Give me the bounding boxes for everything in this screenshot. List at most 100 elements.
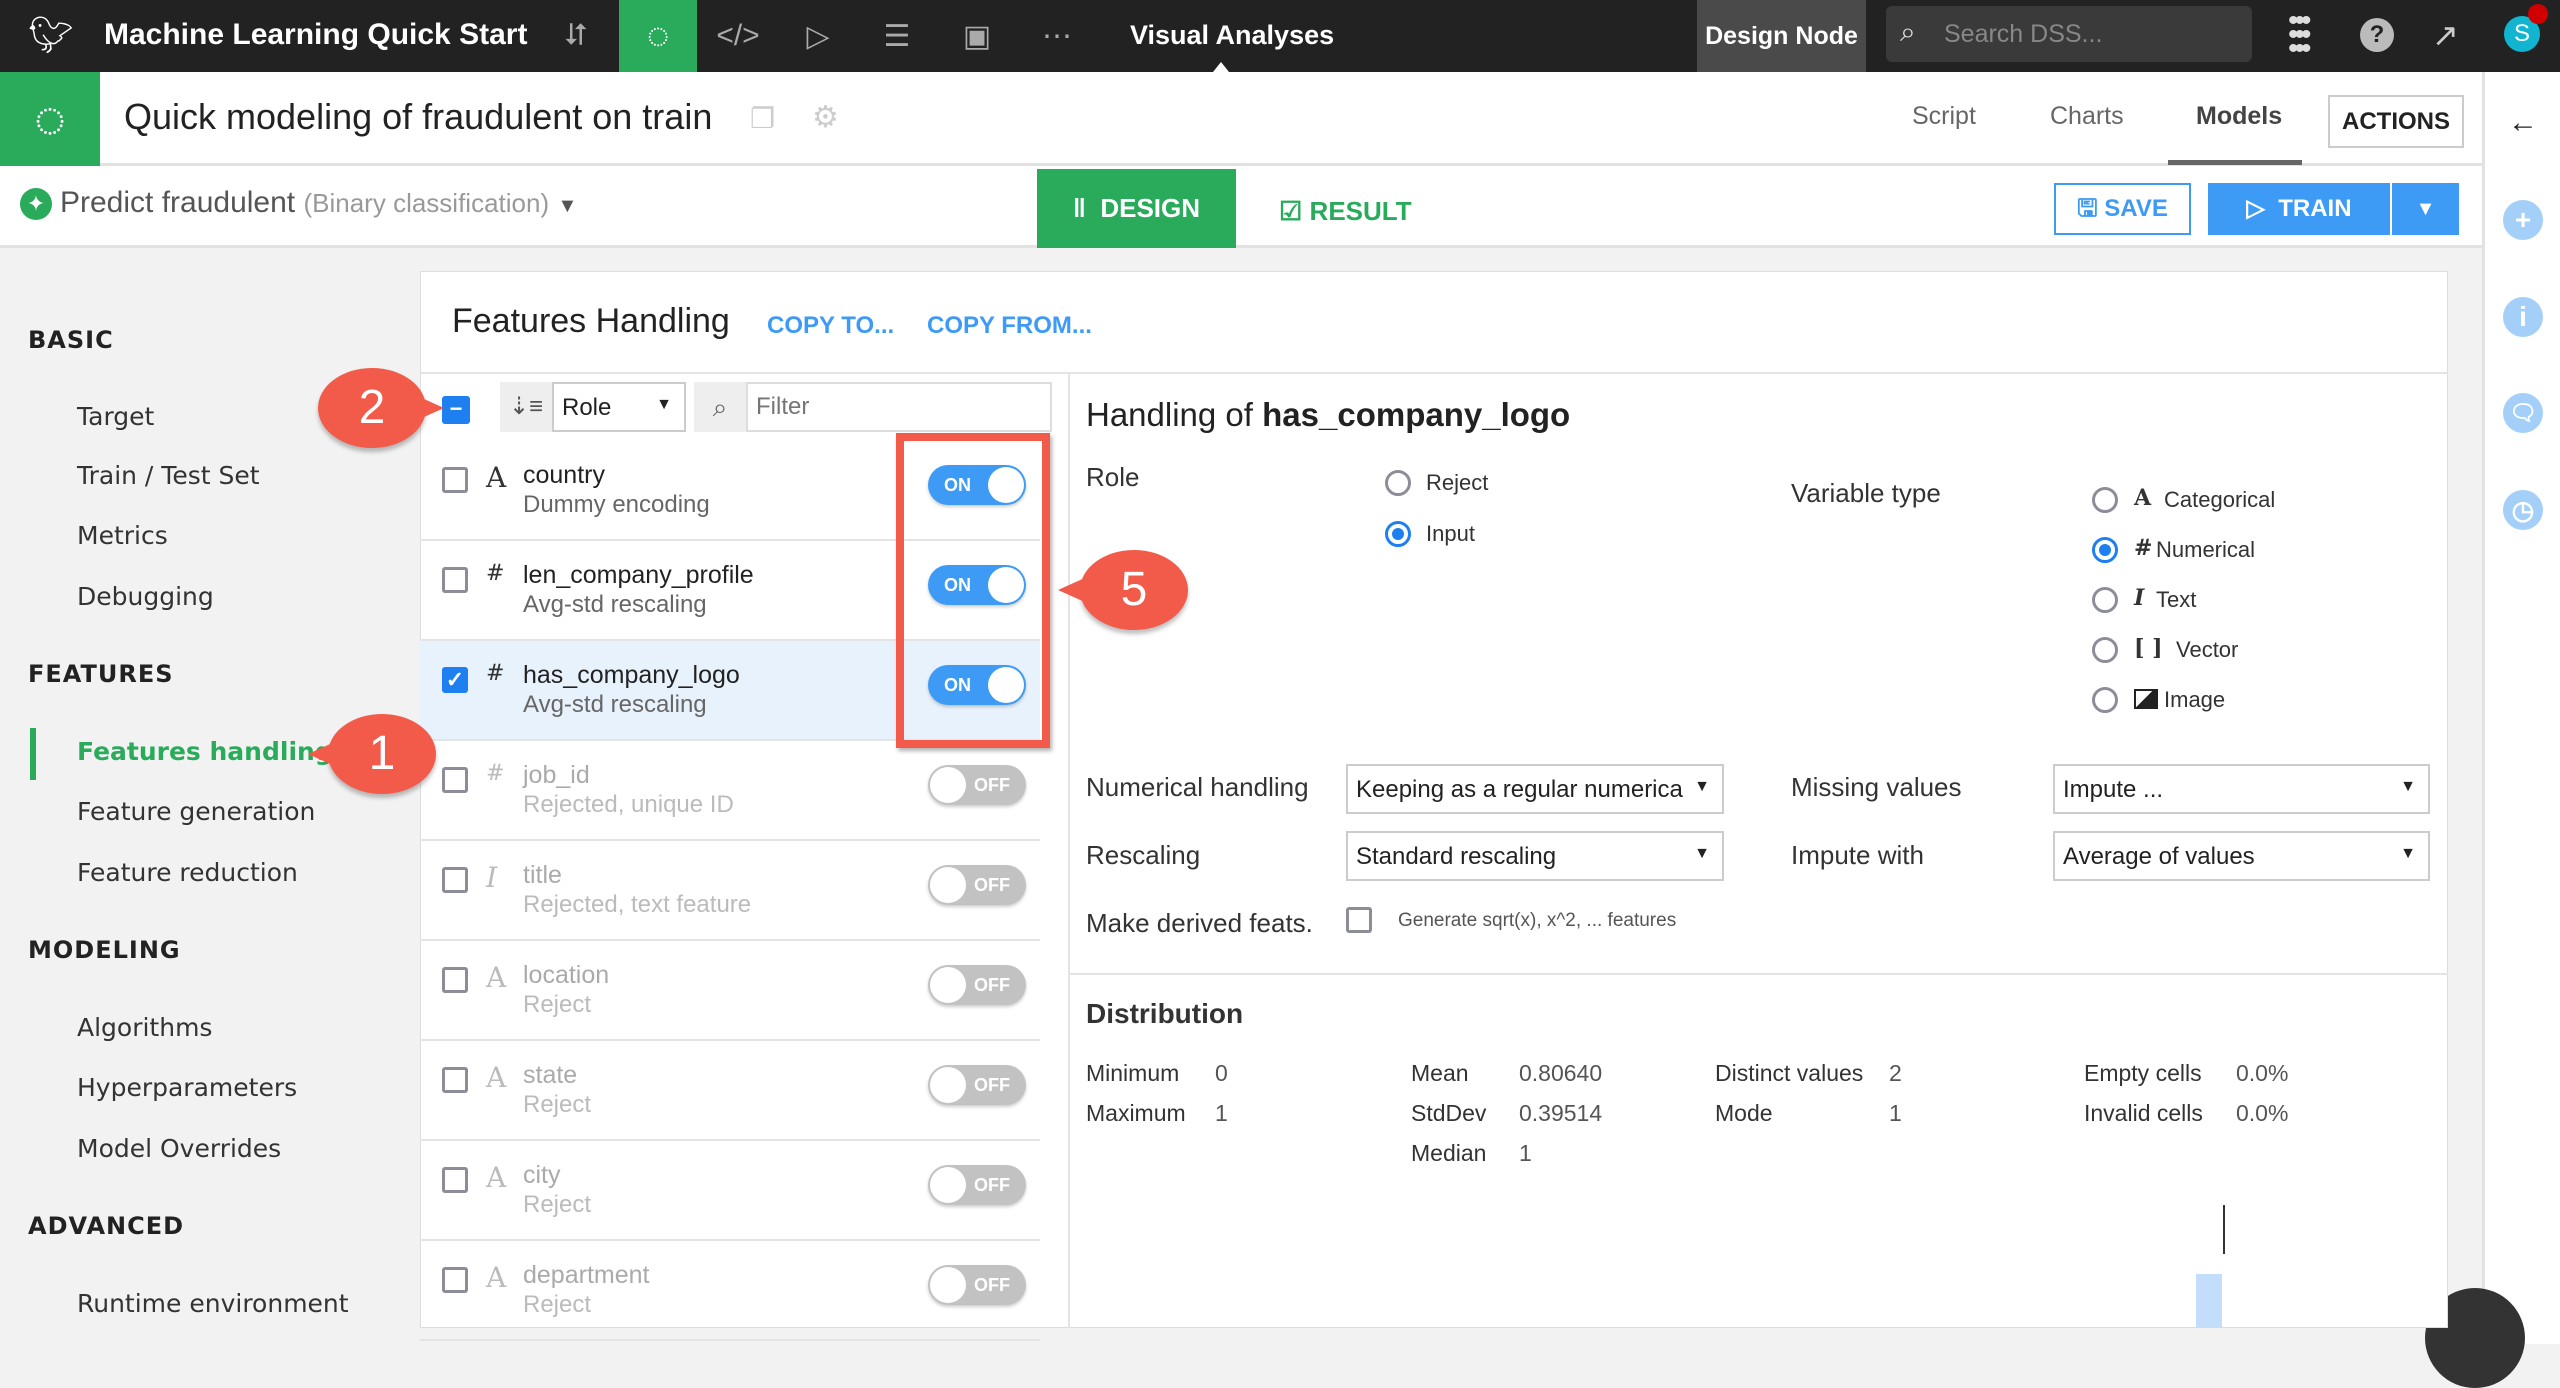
numerical-handling-select[interactable]: Keeping as a regular numerica [1346, 764, 1724, 814]
jobs-play-icon[interactable]: ▷ [779, 0, 857, 72]
feature-toggle[interactable]: OFF [928, 765, 1026, 805]
feature-row[interactable]: Ititle Rejected, text feature OFF [420, 841, 1040, 941]
feature-toggle[interactable]: OFF [928, 1265, 1026, 1305]
result-tab[interactable]: ☑ RESULT [1279, 196, 1412, 227]
feature-checkbox[interactable] [442, 567, 468, 593]
info-icon[interactable]: i [2503, 297, 2543, 337]
tab-script[interactable]: Script [1912, 102, 1976, 131]
role-input-radio[interactable] [1385, 521, 1411, 547]
lab-icon[interactable]: ◌ [619, 0, 697, 72]
section-title[interactable]: Visual Analyses [1130, 20, 1334, 51]
stat-mode-value: 1 [1889, 1100, 1902, 1126]
design-tab[interactable]: ‖ DESIGN [1037, 169, 1236, 248]
categorical-type-icon: A [486, 961, 507, 994]
sidebar-item-runtime-environment[interactable]: Runtime environment [77, 1289, 349, 1318]
project-title[interactable]: Machine Learning Quick Start [104, 18, 527, 52]
save-button[interactable]: 🖫︎ SAVE [2054, 183, 2191, 235]
feature-checkbox[interactable] [442, 767, 468, 793]
vartype-text-radio[interactable] [2092, 587, 2118, 613]
sidebar-item-debugging[interactable]: Debugging [77, 582, 214, 611]
toggle-knob [930, 867, 966, 903]
feature-checkbox[interactable] [442, 467, 468, 493]
help-icon[interactable]: ? [2360, 18, 2394, 52]
copy-from-link[interactable]: COPY FROM... [927, 312, 1092, 340]
active-tab-underline [2168, 160, 2302, 165]
sidebar-item-algorithms[interactable]: Algorithms [77, 1013, 212, 1042]
tab-charts[interactable]: Charts [2050, 102, 2124, 131]
discussions-icon[interactable]: 🗨︎ [2503, 393, 2543, 433]
feature-checkbox[interactable] [442, 867, 468, 893]
feature-toggle[interactable]: OFF [928, 865, 1026, 905]
feature-toggle[interactable]: OFF [928, 965, 1026, 1005]
sidebar-item-hyperparameters[interactable]: Hyperparameters [77, 1073, 297, 1102]
actions-button[interactable]: ACTIONS [2328, 95, 2464, 148]
rescaling-select[interactable]: Standard rescaling [1346, 831, 1724, 881]
vartype-numerical-radio[interactable] [2092, 537, 2118, 563]
feature-row[interactable]: Acity Reject OFF [420, 1141, 1040, 1241]
sidebar-item-features-handling[interactable]: Features handling [77, 737, 333, 766]
feature-checkbox[interactable] [442, 1267, 468, 1293]
feature-description: Avg-std rescaling [523, 591, 707, 618]
task-type: (Binary classification) [303, 188, 550, 218]
feature-row[interactable]: Adepartment Reject OFF [420, 1241, 1040, 1341]
vartype-vector-radio[interactable] [2092, 637, 2118, 663]
stat-mean-label: Mean [1411, 1060, 1469, 1086]
impute-with-select[interactable]: Average of values [2053, 831, 2430, 881]
vartype-categorical-radio[interactable] [2092, 487, 2118, 513]
sidebar-item-target[interactable]: Target [77, 402, 154, 431]
sidebar-item-train-test-set[interactable]: Train / Test Set [77, 461, 260, 490]
apps-grid-icon[interactable]: ••• ••• ••• [2288, 6, 2328, 64]
vartype-image-radio[interactable] [2092, 687, 2118, 713]
more-dots-icon[interactable]: ⋯ [1018, 0, 1096, 72]
feature-checkbox[interactable]: ✓ [442, 667, 468, 693]
feature-toggle[interactable]: OFF [928, 1165, 1026, 1205]
feature-toggle[interactable]: OFF [928, 1065, 1026, 1105]
code-icon[interactable]: </> [699, 0, 777, 72]
history-clock-icon[interactable]: ◷ [2503, 490, 2543, 530]
sidebar-item-feature-generation[interactable]: Feature generation [77, 797, 315, 826]
feature-row[interactable]: # job_id Rejected, unique ID OFF [420, 741, 1040, 841]
feature-row[interactable]: Alocation Reject OFF [420, 941, 1040, 1041]
role-reject-radio[interactable] [1385, 470, 1411, 496]
stat-invalid-cells-value: 0.0% [2236, 1100, 2289, 1126]
task-selector[interactable]: Predict fraudulent (Binary classificatio… [60, 186, 577, 220]
flow-icon[interactable]: ⮃ [537, 0, 615, 72]
node-badge[interactable]: Design Node [1697, 0, 1866, 72]
copy-to-link[interactable]: COPY TO... [767, 312, 894, 340]
train-button[interactable]: ▷ TRAIN [2208, 183, 2390, 235]
toggle-label: OFF [974, 875, 1010, 895]
toggle-label: OFF [974, 975, 1010, 995]
sidebar-item-feature-reduction[interactable]: Feature reduction [77, 858, 298, 887]
vartype-categorical-label: Categorical [2164, 487, 2276, 512]
filter-search-icon: ⌕ [694, 382, 746, 432]
missing-values-select[interactable]: Impute ... [2053, 764, 2430, 814]
sort-icon[interactable]: ⇣≡ [500, 382, 552, 432]
filter-input[interactable] [746, 382, 1052, 432]
feature-name: has_company_logo [523, 661, 740, 689]
stack-icon[interactable]: ☰ [858, 0, 936, 72]
analysis-header: ◌ Quick modeling of fraudulent on train … [0, 72, 2482, 166]
plus-icon[interactable]: + [2503, 200, 2543, 240]
right-rail [2482, 72, 2560, 1344]
sidebar-item-metrics[interactable]: Metrics [77, 521, 168, 550]
trending-icon[interactable]: ↗ [2432, 16, 2459, 54]
feature-row[interactable]: Astate Reject OFF [420, 1041, 1040, 1141]
select-all-checkbox[interactable]: − [442, 396, 470, 424]
collapse-arrow-icon[interactable]: ← [2508, 106, 2538, 140]
analysis-title[interactable]: Quick modeling of fraudulent on train [124, 96, 712, 138]
feature-checkbox[interactable] [442, 1067, 468, 1093]
train-dropdown-button[interactable]: ▼ [2392, 183, 2459, 235]
settings-icon[interactable]: ⚙ [812, 100, 839, 135]
numerical-type-icon: # [486, 661, 505, 686]
copy-icon[interactable]: ❐ [750, 102, 775, 135]
dataiku-bird-logo[interactable]: 🐦︎ [28, 14, 74, 58]
tab-models[interactable]: Models [2196, 102, 2282, 131]
dashboard-icon[interactable]: ▣ [938, 0, 1016, 72]
feature-checkbox[interactable] [442, 967, 468, 993]
sidebar-item-model-overrides[interactable]: Model Overrides [77, 1134, 281, 1163]
sort-select[interactable]: Role [552, 382, 686, 432]
feature-description: Reject [523, 1091, 592, 1118]
search-box[interactable]: ⌕ Search DSS... [1886, 6, 2252, 62]
feature-checkbox[interactable] [442, 1167, 468, 1193]
derived-feats-checkbox[interactable] [1346, 907, 1372, 933]
